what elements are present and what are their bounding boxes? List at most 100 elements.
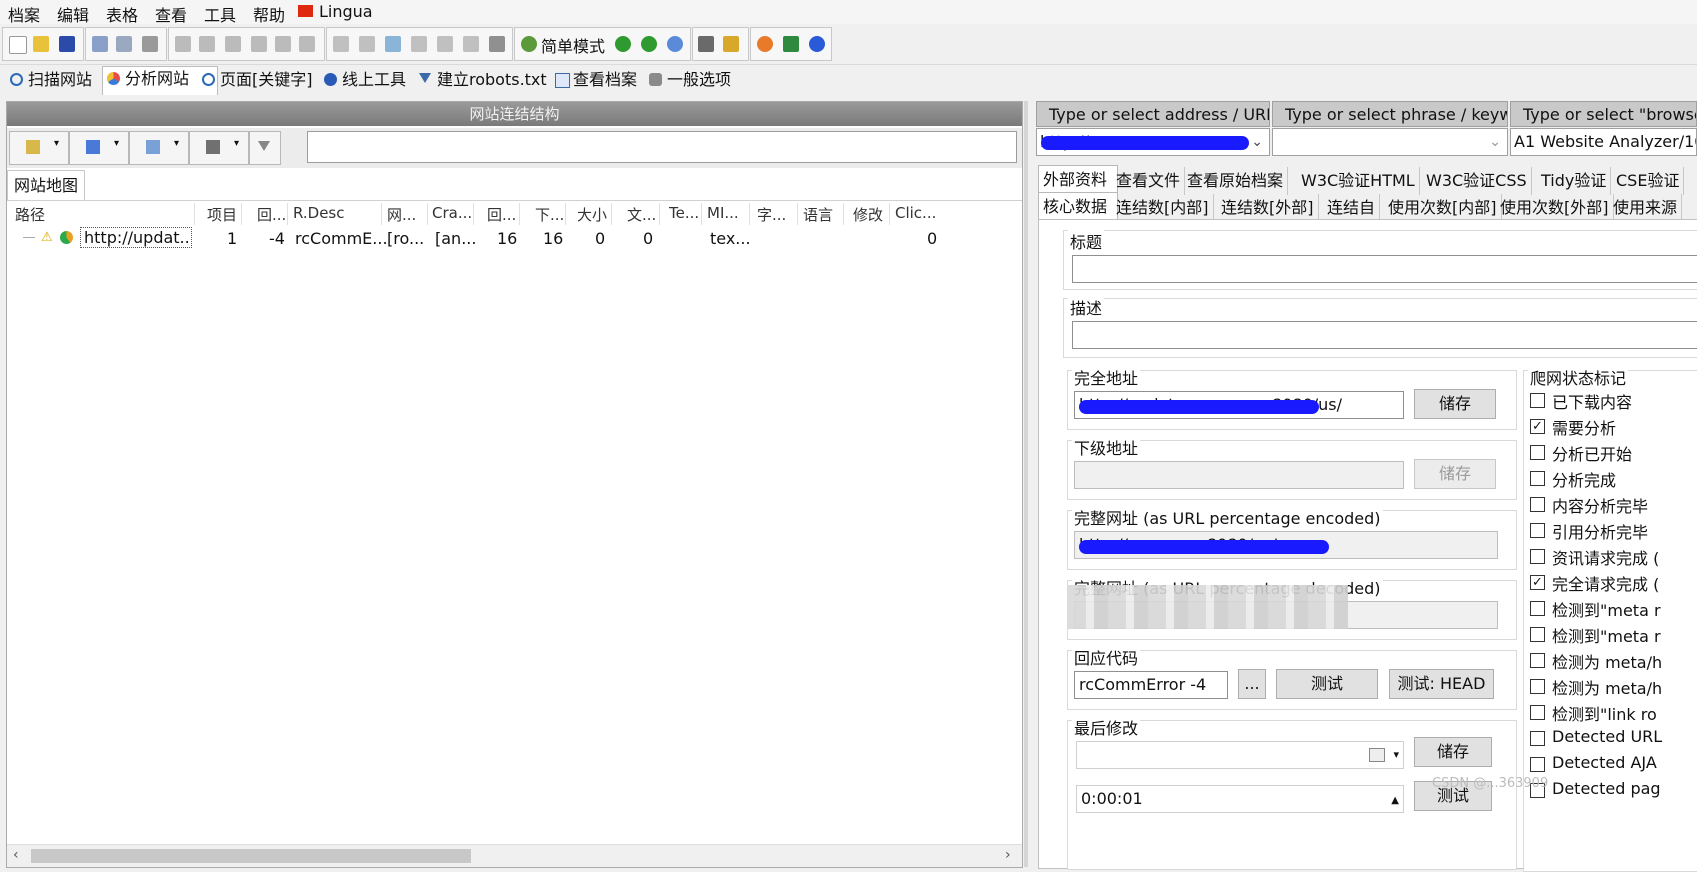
chevron-down-icon[interactable]: ⌄: [1489, 129, 1501, 155]
checkbox[interactable]: [1530, 497, 1545, 512]
test-head-button[interactable]: 测试: HEAD: [1389, 669, 1494, 699]
crawl-flag-item[interactable]: ✓ 完全请求完成 (: [1530, 571, 1697, 594]
col-crawl[interactable]: Cra...: [432, 204, 472, 222]
print-icon[interactable]: [142, 36, 158, 52]
tree-dropdown-button[interactable]: ▾: [69, 131, 129, 165]
crawl-flag-item[interactable]: 引用分析完毕: [1530, 519, 1697, 542]
menu-view[interactable]: 查看: [155, 2, 187, 26]
copy-gray-icon[interactable]: [199, 36, 215, 52]
column-divider[interactable]: [701, 203, 702, 225]
tab-view-source[interactable]: 查看原始档案: [1183, 167, 1289, 195]
sub-address-field[interactable]: [1074, 461, 1404, 489]
browser-combobox[interactable]: A1 Website Analyzer/10: [1510, 128, 1697, 156]
table-row[interactable]: ⚠ http://updat... 1 -4 rcCommE... [ro...…: [7, 226, 1022, 250]
flag-icon[interactable]: [698, 36, 714, 52]
column-divider[interactable]: [241, 203, 242, 225]
menu-file[interactable]: 档案: [8, 2, 40, 26]
checkbox[interactable]: ✓: [1530, 419, 1545, 434]
menu-edit[interactable]: 编辑: [57, 2, 89, 26]
col-web[interactable]: 网...: [387, 204, 416, 225]
tree-up-icon[interactable]: [411, 36, 427, 52]
crawl-flag-item[interactable]: 分析已开始: [1530, 441, 1697, 464]
tree-left-icon[interactable]: [463, 36, 479, 52]
full-address-field[interactable]: http://updatec...com.cn:8080/us/: [1074, 391, 1404, 419]
stepper-up-icon[interactable]: ▲: [1391, 788, 1399, 812]
column-divider[interactable]: [797, 203, 798, 225]
checkbox[interactable]: [1530, 653, 1545, 668]
paste-icon[interactable]: [116, 36, 132, 52]
edit-dropdown-button[interactable]: ▾: [9, 131, 69, 165]
column-divider[interactable]: [473, 203, 474, 225]
column-divider[interactable]: [889, 203, 890, 225]
tab-page-keywords[interactable]: 页面[关键字]: [198, 68, 313, 92]
tab-general-options[interactable]: 一般选项: [645, 68, 731, 92]
open-folder-icon[interactable]: [33, 36, 49, 52]
cut-icon[interactable]: [175, 36, 191, 52]
tab-w3c-css[interactable]: W3C验证CSS: [1422, 167, 1532, 195]
tab-view-document[interactable]: 查看文件: [1112, 167, 1186, 195]
keyword-combobox[interactable]: ⌄: [1272, 128, 1508, 156]
column-divider[interactable]: [519, 203, 520, 225]
menu-lingua[interactable]: Lingua: [319, 2, 373, 21]
tab-external-data[interactable]: 外部资料: [1038, 165, 1118, 194]
tab-scan-website[interactable]: 扫描网站: [6, 68, 92, 92]
checkbox[interactable]: [1530, 627, 1545, 642]
clipboard-dropdown-button[interactable]: ▾: [189, 131, 249, 165]
checkbox[interactable]: [1530, 393, 1545, 408]
tree-expand-icon[interactable]: [333, 36, 349, 52]
scroll-left-icon[interactable]: ‹: [13, 847, 19, 863]
time-stepper[interactable]: 0:00:01 ▲: [1076, 785, 1404, 813]
tab-links-internal[interactable]: 连结数[内部]: [1112, 194, 1214, 222]
col-modified[interactable]: 修改: [853, 204, 883, 225]
col-rdesc[interactable]: R.Desc: [293, 204, 345, 222]
col-charset[interactable]: 字...: [757, 204, 786, 225]
crawl-flag-item[interactable]: 已下载内容: [1530, 389, 1697, 412]
replace-icon[interactable]: [299, 36, 315, 52]
title-field[interactable]: [1072, 255, 1697, 283]
col-size[interactable]: 大小: [577, 204, 607, 225]
col-response-time[interactable]: 回...: [487, 204, 516, 225]
save-last-modified-button[interactable]: 储存: [1414, 737, 1492, 767]
menu-tools[interactable]: 工具: [204, 2, 236, 26]
ellipsis-button[interactable]: ...: [1238, 669, 1266, 699]
col-download[interactable]: 下...: [535, 204, 564, 225]
share-icon[interactable]: [783, 36, 799, 52]
column-divider[interactable]: [749, 203, 750, 225]
checkbox[interactable]: [1530, 445, 1545, 460]
tree-collapse-icon[interactable]: [359, 36, 375, 52]
column-divider[interactable]: [611, 203, 612, 225]
tab-links-from[interactable]: 连结自: [1323, 194, 1381, 222]
back-arrow-icon[interactable]: [615, 36, 631, 52]
columns-dropdown-button[interactable]: ▾: [129, 131, 189, 165]
tree-right-icon[interactable]: [489, 36, 505, 52]
response-code-field[interactable]: rcCommError -4: [1074, 671, 1228, 699]
col-path[interactable]: 路径: [15, 204, 45, 225]
column-divider[interactable]: [659, 203, 660, 225]
chevron-down-icon[interactable]: ⌄: [1251, 129, 1263, 155]
tab-sitemap[interactable]: 网站地图: [7, 170, 86, 201]
crawl-flag-item[interactable]: 检测到"meta r: [1530, 623, 1697, 646]
new-file-icon[interactable]: [9, 36, 27, 54]
scroll-right-icon[interactable]: ›: [1005, 847, 1011, 863]
tab-links-external[interactable]: 连结数[外部]: [1217, 194, 1319, 222]
checkbox[interactable]: [1530, 679, 1545, 694]
save-disk-icon[interactable]: [59, 36, 75, 52]
crawl-flag-item[interactable]: 检测到"link ro: [1530, 701, 1697, 724]
col-response[interactable]: 回...: [257, 204, 286, 225]
tab-usage-source[interactable]: 使用来源: [1609, 194, 1683, 222]
save-sub-address-button[interactable]: 储存: [1414, 459, 1496, 489]
tab-view-files[interactable]: 查看档案: [551, 68, 637, 92]
refresh-icon[interactable]: [667, 36, 683, 52]
column-divider[interactable]: [565, 203, 566, 225]
tree-down-icon[interactable]: [437, 36, 453, 52]
tab-w3c-html[interactable]: W3C验证HTML: [1297, 167, 1420, 195]
filter-button[interactable]: [249, 131, 281, 165]
menu-help[interactable]: 帮助: [253, 2, 285, 26]
cell-path[interactable]: http://updat...: [80, 227, 192, 248]
checkbox[interactable]: [1530, 705, 1545, 720]
crawl-flag-item[interactable]: Detected URL: [1530, 727, 1697, 749]
chevron-down-icon[interactable]: ▾: [1393, 742, 1399, 768]
test-button[interactable]: 测试: [1276, 669, 1378, 699]
tab-cse-validate[interactable]: CSE验证: [1612, 167, 1685, 195]
save-full-address-button[interactable]: 储存: [1414, 389, 1496, 419]
